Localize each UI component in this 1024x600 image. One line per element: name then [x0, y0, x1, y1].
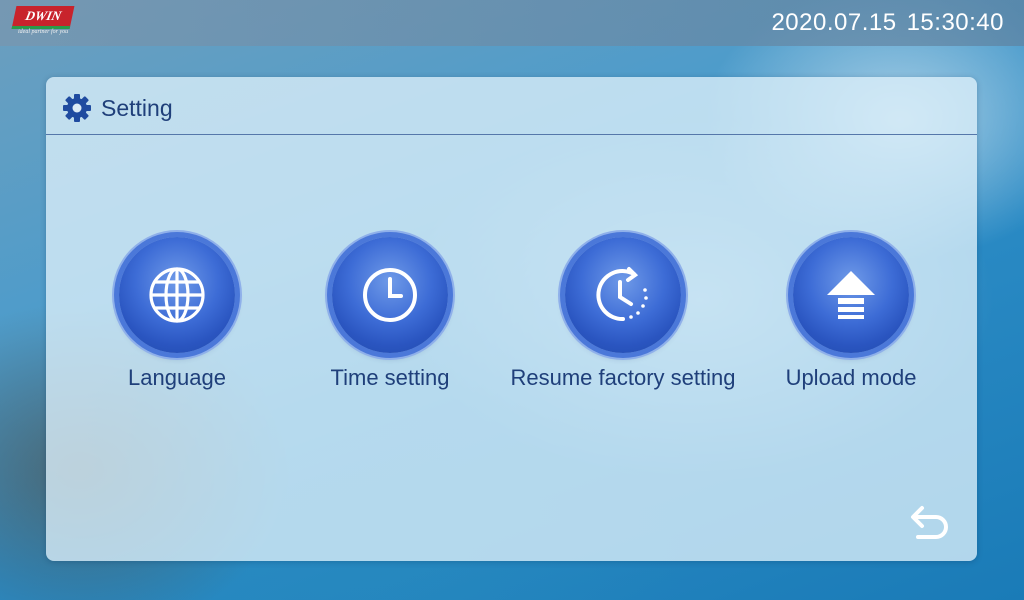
- dwin-logo: DWIN ideal partner for you: [11, 6, 75, 38]
- upload-arrow-icon: [827, 271, 875, 319]
- language-option[interactable]: Language: [107, 237, 247, 391]
- resume-factory-option[interactable]: Resume factory setting: [498, 237, 748, 391]
- time-setting-option[interactable]: Time setting: [320, 237, 460, 391]
- resume-factory-label: Resume factory setting: [510, 365, 736, 390]
- language-button[interactable]: [119, 237, 235, 353]
- logo-text: DWIN: [11, 6, 75, 29]
- time-setting-button[interactable]: [332, 237, 448, 353]
- time-text: 15:30:40: [906, 9, 1004, 36]
- clock-icon: [363, 268, 417, 322]
- back-arrow-icon[interactable]: [902, 501, 954, 545]
- resume-factory-button[interactable]: [565, 237, 681, 353]
- settings-panel: Setting Language Time setting Resume fac…: [46, 77, 977, 561]
- globe-icon: [149, 267, 205, 323]
- upload-mode-option[interactable]: Upload mode: [771, 237, 931, 391]
- upload-mode-label: Upload mode: [785, 365, 917, 390]
- logo-tagline: ideal partner for you: [18, 29, 69, 35]
- datetime-display: 2020.07.15 15:30:40: [771, 9, 1004, 37]
- date-text: 2020.07.15: [771, 9, 897, 36]
- panel-header: Setting: [46, 77, 977, 135]
- language-label: Language: [128, 365, 226, 390]
- restore-clock-icon: [596, 267, 648, 322]
- top-bar: DWIN ideal partner for you 2020.07.15 15:…: [0, 0, 1024, 46]
- gear-icon: [63, 94, 91, 122]
- upload-mode-button[interactable]: [793, 237, 909, 353]
- panel-title: Setting: [101, 95, 173, 121]
- time-setting-label: Time setting: [330, 365, 450, 390]
